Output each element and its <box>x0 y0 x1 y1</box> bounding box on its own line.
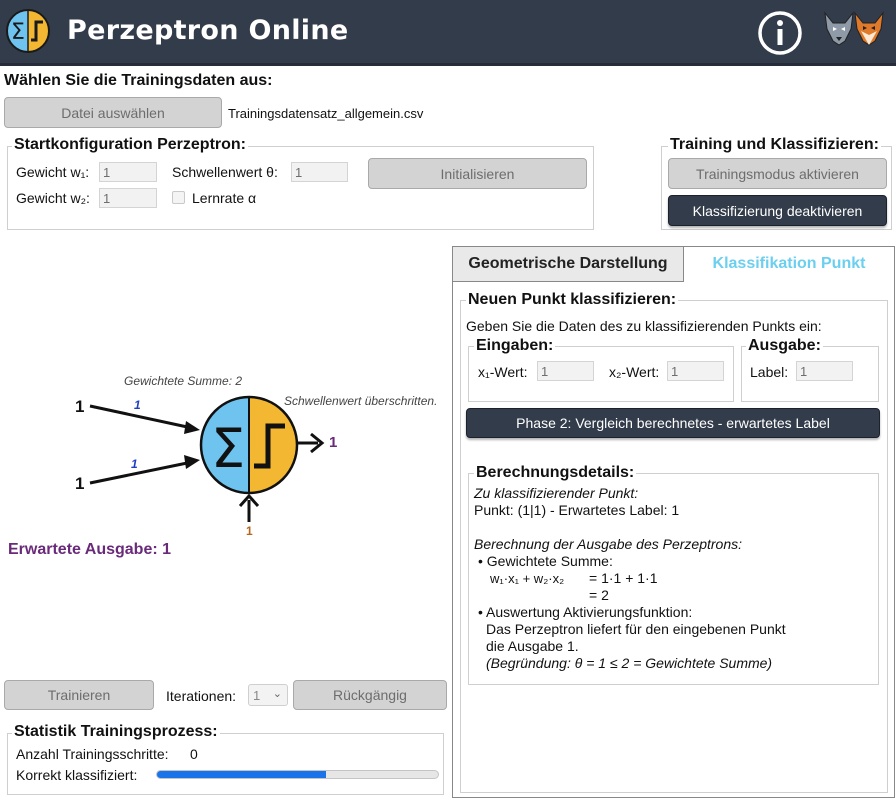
sum-formula: w₁·x₁ + w₂·x₂ <box>490 571 565 586</box>
input2-value: 1 <box>75 474 85 493</box>
learning-rate-checkbox[interactable] <box>172 191 185 204</box>
undo-button[interactable]: Rückgängig <box>293 680 447 710</box>
tab-geometric[interactable]: Geometrische Darstellung <box>452 246 684 282</box>
x1-label: x₁-Wert: <box>478 364 528 380</box>
file-name: Trainingsdatensatz_allgemein.csv <box>228 106 424 121</box>
correct-classified-progress <box>156 770 439 779</box>
threshold-input[interactable] <box>291 162 348 182</box>
info-icon[interactable] <box>757 10 803 56</box>
label-input[interactable] <box>796 361 853 381</box>
perceptron-output: 1 <box>329 434 338 451</box>
correct-classified-label: Korrekt klassifiziert: <box>16 767 138 783</box>
chevron-down-icon: ⌄ <box>272 688 282 700</box>
app-header: Σ Perzeptron Online <box>0 0 896 66</box>
activation-reason: (Begründung: θ = 1 ≤ 2 = Gewichtete Summ… <box>486 655 773 671</box>
learning-rate-label: Lernrate α <box>192 190 257 206</box>
activation-line1: Das Perzeptron liefert für den eingebene… <box>486 621 786 637</box>
point-heading: Zu klassifizierender Punkt: <box>474 485 639 501</box>
bias-value: 1 <box>246 524 253 538</box>
initialize-button[interactable]: Initialisieren <box>368 158 587 189</box>
classification-toggle-button[interactable]: Klassifizierung deaktivieren <box>668 195 887 226</box>
weight1-label: Gewicht w₁: <box>16 164 90 180</box>
app-title: Perzeptron Online <box>67 15 349 46</box>
training-classify-title: Training und Klassifizieren: <box>668 136 881 154</box>
details-title: Berechnungsdetails: <box>474 464 637 482</box>
x2-label: x₂-Wert: <box>609 364 660 380</box>
file-select-button[interactable]: Datei auswählen <box>4 97 222 128</box>
start-config-title: Startkonfiguration Perzeptron: <box>12 136 249 154</box>
expected-output: Erwartete Ausgabe: 1 <box>8 541 172 558</box>
tab-classify[interactable]: Klassifikation Punkt <box>684 247 894 281</box>
training-mode-button[interactable]: Trainingsmodus aktivieren <box>668 158 887 189</box>
inputs-title: Eingaben: <box>474 337 556 355</box>
classify-panel-title: Neuen Punkt klassifizieren: <box>466 291 679 309</box>
iterations-label: Iterationen: <box>166 688 237 704</box>
phase2-compare-button[interactable]: Phase 2: Vergleich berechnetes - erwarte… <box>466 408 880 438</box>
x2-input[interactable] <box>667 361 724 381</box>
activation-line2: die Ausgabe 1. <box>486 638 579 654</box>
weight1-input[interactable] <box>99 162 157 182</box>
threshold-exceeded-text: Schwellenwert überschritten. <box>284 394 438 408</box>
weighted-sum-text: Gewichtete Summe: 2 <box>124 374 243 388</box>
calc-heading: Berechnung der Ausgabe des Perzeptrons: <box>474 536 742 552</box>
sum-eq1: = 1·1 + 1·1 <box>589 570 658 586</box>
activation-bullet: • Auswertung Aktivierungsfunktion: <box>478 604 693 620</box>
training-steps-label: Anzahl Trainingsschritte: <box>16 746 169 762</box>
weight2-input[interactable] <box>99 188 157 208</box>
label-label: Label: <box>750 364 789 380</box>
iterations-select[interactable]: 1 ⌄ <box>248 684 288 706</box>
fox-mascot-icon <box>854 11 884 46</box>
svg-text:Σ: Σ <box>211 417 245 480</box>
perceptron-logo-icon: Σ <box>6 9 50 53</box>
input1-value: 1 <box>75 397 85 416</box>
perceptron-diagram: Σ <box>89 395 325 522</box>
point-line: Punkt: (1|1) - Erwartetes Label: 1 <box>474 502 680 518</box>
training-data-title: Wählen Sie die Trainingsdaten aus: <box>4 72 273 89</box>
statistics-title: Statistik Trainingsprozess: <box>12 723 220 741</box>
weight2-label: Gewicht w₂: <box>16 190 90 206</box>
training-steps-value: 0 <box>190 746 198 762</box>
classify-instruction: Geben Sie die Daten des zu klassifiziere… <box>466 318 822 334</box>
wolf-mascot-icon <box>824 11 854 46</box>
threshold-label: Schwellenwert θ: <box>172 164 278 180</box>
weight1-value: 1 <box>134 398 141 412</box>
statistics-box <box>7 733 444 795</box>
progress-fill <box>157 771 326 778</box>
svg-text:Σ: Σ <box>11 20 25 45</box>
sum-bullet: • Gewichtete Summe: <box>478 553 613 569</box>
weight2-value: 1 <box>131 457 138 471</box>
sum-eq2: = 2 <box>589 587 609 603</box>
output-title: Ausgabe: <box>746 337 823 355</box>
iterations-value: 1 <box>253 688 261 703</box>
x1-input[interactable] <box>537 361 594 381</box>
train-button[interactable]: Trainieren <box>4 680 154 710</box>
